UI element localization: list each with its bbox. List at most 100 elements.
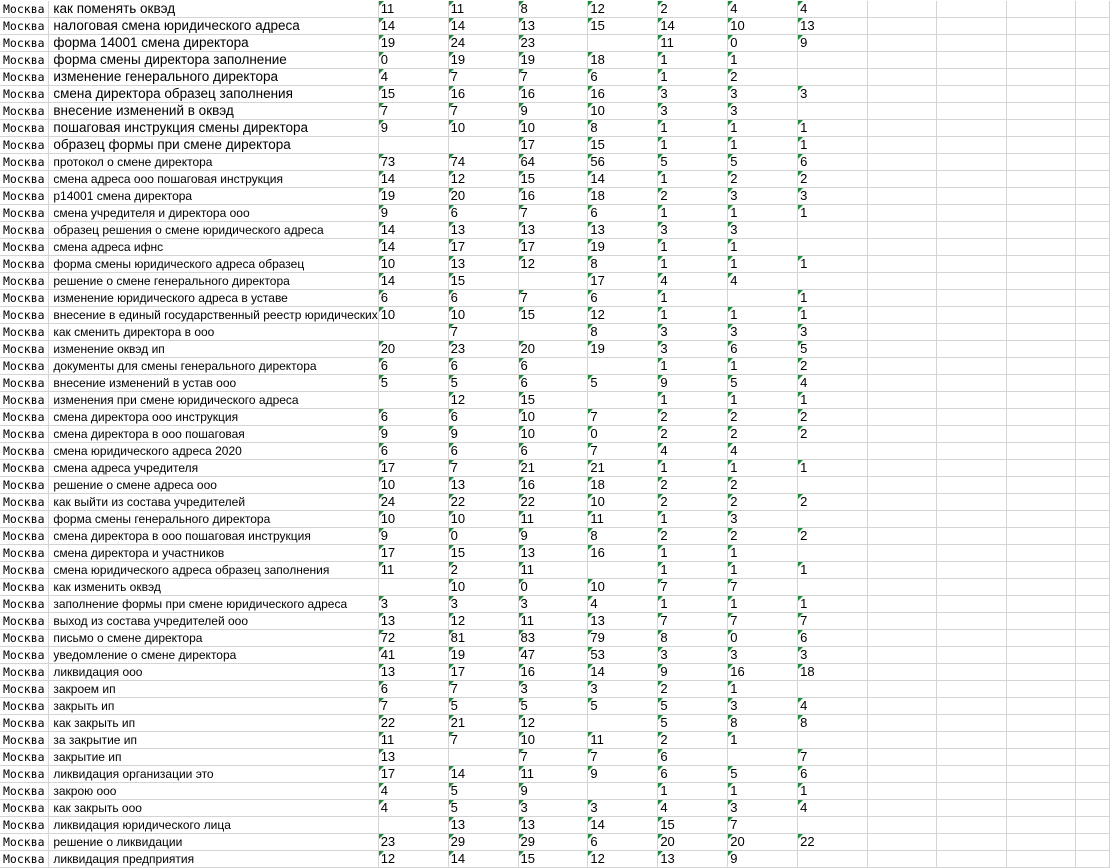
empty-cell[interactable] bbox=[936, 170, 1007, 188]
value-cell[interactable]: 23 bbox=[518, 34, 589, 52]
keyword-cell[interactable]: форма смены юридического адреса образец bbox=[48, 255, 379, 273]
empty-cell[interactable] bbox=[1006, 374, 1077, 392]
empty-cell[interactable] bbox=[1006, 731, 1077, 749]
keyword-cell[interactable]: как выйти из состава учредителей bbox=[48, 493, 379, 511]
value-cell[interactable]: 3 bbox=[448, 595, 519, 613]
empty-cell[interactable] bbox=[1075, 255, 1110, 273]
value-cell[interactable]: 1 bbox=[727, 238, 799, 256]
empty-cell[interactable] bbox=[867, 629, 938, 647]
value-cell[interactable]: 1 bbox=[727, 51, 799, 69]
value-cell[interactable]: 13 bbox=[378, 612, 449, 630]
value-cell[interactable]: 21 bbox=[518, 459, 589, 477]
empty-cell[interactable] bbox=[1006, 799, 1077, 817]
value-cell[interactable]: 7 bbox=[587, 408, 659, 426]
value-cell[interactable]: 16 bbox=[518, 663, 589, 681]
keyword-cell[interactable]: протокол о смене директора bbox=[48, 153, 379, 171]
city-cell[interactable]: Москва bbox=[0, 323, 50, 341]
empty-cell[interactable] bbox=[1006, 408, 1077, 426]
empty-cell[interactable] bbox=[936, 663, 1007, 681]
value-cell[interactable]: 9 bbox=[587, 765, 659, 783]
value-cell[interactable]: 5 bbox=[448, 697, 519, 715]
empty-cell[interactable] bbox=[867, 204, 938, 222]
value-cell[interactable] bbox=[797, 816, 869, 834]
value-cell[interactable]: 1 bbox=[727, 680, 799, 698]
value-cell[interactable]: 9 bbox=[378, 527, 449, 545]
value-cell[interactable]: 1 bbox=[657, 204, 729, 222]
empty-cell[interactable] bbox=[936, 17, 1007, 35]
value-cell[interactable]: 2 bbox=[657, 493, 729, 511]
value-cell[interactable]: 8 bbox=[657, 629, 729, 647]
empty-cell[interactable] bbox=[936, 187, 1007, 205]
value-cell[interactable]: 18 bbox=[587, 51, 659, 69]
value-cell[interactable]: 2 bbox=[727, 425, 799, 443]
empty-cell[interactable] bbox=[936, 85, 1007, 103]
value-cell[interactable]: 14 bbox=[378, 17, 449, 35]
empty-cell[interactable] bbox=[867, 1, 938, 18]
city-cell[interactable]: Москва bbox=[0, 663, 50, 681]
keyword-cell[interactable]: изменение оквэд ип bbox=[48, 340, 379, 358]
value-cell[interactable]: 13 bbox=[518, 544, 589, 562]
city-cell[interactable]: Москва bbox=[0, 85, 50, 103]
value-cell[interactable]: 13 bbox=[448, 476, 519, 494]
empty-cell[interactable] bbox=[936, 51, 1007, 69]
empty-cell[interactable] bbox=[867, 476, 938, 494]
empty-cell[interactable] bbox=[867, 289, 938, 307]
value-cell[interactable] bbox=[727, 289, 799, 307]
value-cell[interactable]: 13 bbox=[448, 816, 519, 834]
empty-cell[interactable] bbox=[867, 255, 938, 273]
keyword-cell[interactable]: как закрыть ооо bbox=[48, 799, 379, 817]
value-cell[interactable]: 6 bbox=[448, 408, 519, 426]
value-cell[interactable]: 8 bbox=[518, 1, 589, 18]
keyword-cell[interactable]: изменение юридического адреса в уставе bbox=[48, 289, 379, 307]
value-cell[interactable]: 14 bbox=[378, 272, 449, 290]
keyword-cell[interactable]: ликвидация предприятия bbox=[48, 850, 379, 868]
value-cell[interactable] bbox=[727, 748, 799, 766]
city-cell[interactable]: Москва bbox=[0, 578, 50, 596]
empty-cell[interactable] bbox=[1006, 170, 1077, 188]
value-cell[interactable] bbox=[518, 272, 589, 290]
empty-cell[interactable] bbox=[867, 340, 938, 358]
value-cell[interactable]: 10 bbox=[378, 510, 449, 528]
value-cell[interactable]: 56 bbox=[587, 153, 659, 171]
value-cell[interactable] bbox=[587, 782, 659, 800]
value-cell[interactable]: 1 bbox=[797, 782, 869, 800]
empty-cell[interactable] bbox=[1075, 782, 1110, 800]
city-cell[interactable]: Москва bbox=[0, 306, 50, 324]
empty-cell[interactable] bbox=[867, 527, 938, 545]
keyword-cell[interactable]: пошаговая инструкция смены директора bbox=[48, 119, 379, 137]
keyword-cell[interactable]: налоговая смена юридического адреса bbox=[48, 17, 379, 35]
value-cell[interactable]: 3 bbox=[587, 799, 659, 817]
value-cell[interactable]: 14 bbox=[448, 765, 519, 783]
empty-cell[interactable] bbox=[1075, 289, 1110, 307]
value-cell[interactable] bbox=[797, 221, 869, 239]
value-cell[interactable]: 17 bbox=[378, 544, 449, 562]
value-cell[interactable]: 19 bbox=[448, 646, 519, 664]
empty-cell[interactable] bbox=[1006, 629, 1077, 647]
empty-cell[interactable] bbox=[1006, 68, 1077, 86]
empty-cell[interactable] bbox=[1006, 459, 1077, 477]
empty-cell[interactable] bbox=[867, 221, 938, 239]
value-cell[interactable]: 3 bbox=[797, 85, 869, 103]
value-cell[interactable]: 11 bbox=[518, 561, 589, 579]
value-cell[interactable]: 1 bbox=[797, 306, 869, 324]
value-cell[interactable]: 1 bbox=[657, 782, 729, 800]
value-cell[interactable]: 10 bbox=[448, 306, 519, 324]
value-cell[interactable]: 16 bbox=[587, 544, 659, 562]
empty-cell[interactable] bbox=[867, 272, 938, 290]
value-cell[interactable]: 15 bbox=[448, 544, 519, 562]
city-cell[interactable]: Москва bbox=[0, 782, 50, 800]
empty-cell[interactable] bbox=[936, 221, 1007, 239]
value-cell[interactable]: 0 bbox=[727, 629, 799, 647]
city-cell[interactable]: Москва bbox=[0, 799, 50, 817]
value-cell[interactable]: 1 bbox=[727, 782, 799, 800]
value-cell[interactable]: 2 bbox=[657, 1, 729, 18]
empty-cell[interactable] bbox=[867, 391, 938, 409]
value-cell[interactable]: 9 bbox=[378, 204, 449, 222]
empty-cell[interactable] bbox=[1006, 102, 1077, 120]
value-cell[interactable]: 15 bbox=[518, 391, 589, 409]
city-cell[interactable]: Москва bbox=[0, 544, 50, 562]
value-cell[interactable]: 19 bbox=[587, 238, 659, 256]
empty-cell[interactable] bbox=[867, 816, 938, 834]
empty-cell[interactable] bbox=[1006, 340, 1077, 358]
value-cell[interactable]: 7 bbox=[448, 323, 519, 341]
